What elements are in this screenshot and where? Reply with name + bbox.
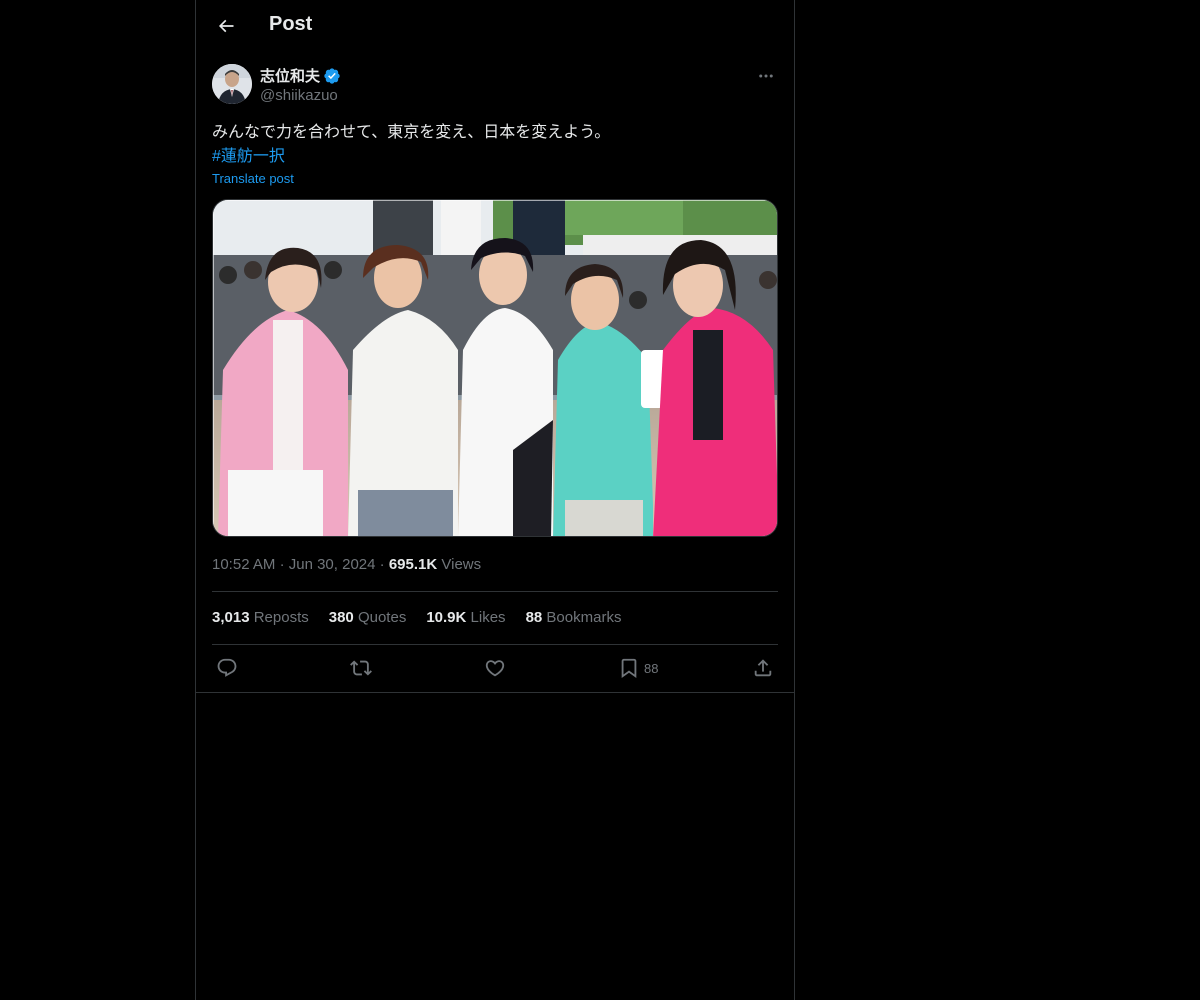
bookmarks-stat[interactable]: 88 Bookmarks — [526, 609, 622, 626]
tweet-text: みんなで力を合わせて、東京を変え、日本を変えよう。 #蓮舫一択 — [212, 121, 778, 169]
reposts-label: Reposts — [253, 609, 309, 626]
likes-count: 10.9K — [426, 609, 467, 626]
reply-icon — [217, 658, 237, 677]
heart-icon — [485, 660, 505, 677]
divider — [212, 591, 778, 592]
verified-badge-icon — [324, 67, 340, 84]
more-options-button[interactable] — [754, 64, 778, 88]
bookmark-button[interactable]: 88 — [618, 656, 658, 680]
share-button[interactable] — [752, 656, 774, 680]
meta-separator: · — [379, 556, 385, 573]
views-count: 695.1K — [388, 556, 438, 573]
post-header: Post — [196, 0, 794, 53]
avatar[interactable] — [212, 64, 252, 104]
bookmarks-label: Bookmarks — [546, 609, 622, 626]
hashtag-link[interactable]: #蓮舫一択 — [212, 145, 778, 169]
post-photo[interactable] — [212, 199, 778, 537]
arrow-left-icon — [218, 19, 234, 33]
share-icon — [754, 659, 772, 677]
divider — [212, 644, 778, 645]
likes-stat[interactable]: 10.9K Likes — [426, 609, 505, 626]
reposts-stat[interactable]: 3,013 Reposts — [212, 609, 309, 626]
more-horizontal-icon — [759, 74, 773, 78]
avatar-image — [212, 64, 252, 104]
bookmarks-count: 88 — [525, 609, 543, 626]
reply-button[interactable] — [216, 656, 238, 680]
bookmark-count: 88 — [644, 660, 659, 676]
group-photo-image — [213, 200, 777, 536]
repost-button[interactable] — [350, 656, 372, 680]
post-meta: 10:52 AM · Jun 30, 2024 · 695.1K Views — [212, 556, 481, 573]
post-column: Post 志位和夫 @shiikazuo みんなで力を合わせて、東京を変え、日本… — [195, 0, 795, 1000]
views-label: Views — [441, 556, 482, 573]
divider — [196, 692, 794, 693]
quotes-label: Quotes — [357, 609, 407, 626]
author-handle[interactable]: @shiikazuo — [260, 87, 338, 104]
post-time[interactable]: 10:52 AM — [212, 556, 275, 573]
author-name[interactable]: 志位和夫 — [260, 65, 341, 86]
likes-label: Likes — [470, 609, 506, 626]
engagement-stats: 3,013 Reposts 380 Quotes 10.9K Likes 88 … — [212, 609, 621, 626]
post-date[interactable]: Jun 30, 2024 — [289, 556, 376, 573]
action-bar: 88 — [212, 656, 778, 680]
quotes-count: 380 — [328, 609, 354, 626]
repost-icon — [350, 660, 372, 676]
translate-post-link[interactable]: Translate post — [212, 171, 294, 186]
back-button[interactable] — [208, 8, 244, 44]
tweet-body: みんなで力を合わせて、東京を変え、日本を変えよう。 — [212, 124, 611, 141]
bookmark-icon — [621, 658, 637, 679]
author-name-text: 志位和夫 — [260, 68, 321, 85]
reposts-count: 3,013 — [212, 609, 250, 626]
like-button[interactable] — [484, 656, 506, 680]
page-title: Post — [269, 13, 313, 35]
meta-separator: · — [279, 556, 285, 573]
quotes-stat[interactable]: 380 Quotes — [329, 609, 407, 626]
